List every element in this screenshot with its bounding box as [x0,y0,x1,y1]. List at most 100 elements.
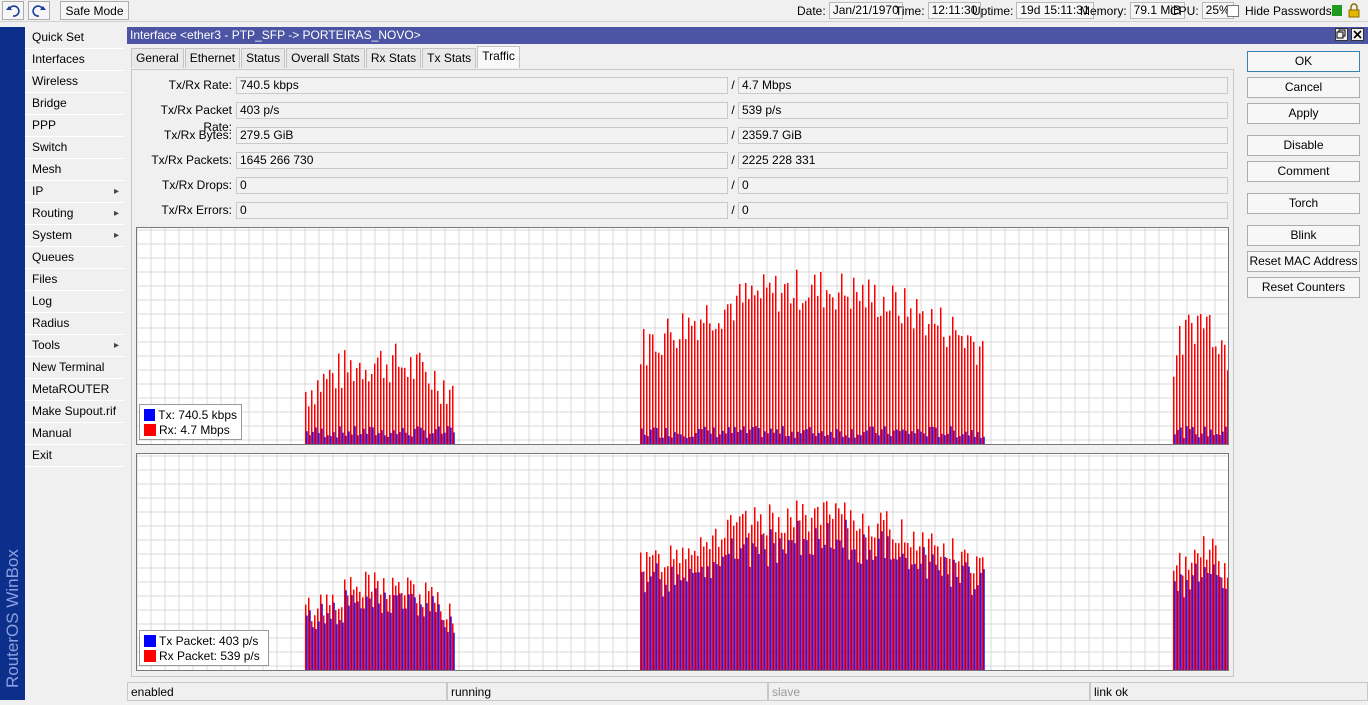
rx-bar [446,403,448,444]
separator: / [731,78,735,92]
rx-bar [973,341,975,444]
menu-item-ip[interactable]: IP ▸ [25,181,125,203]
menu-item-ppp[interactable]: PPP [25,115,125,137]
rx-bar [859,300,861,444]
tx-bar [351,434,353,444]
window-titlebar[interactable]: Interface <ether3 - PTP_SFP -> PORTEIRAS… [127,27,1368,44]
cancel-button[interactable]: Cancel [1247,77,1360,98]
disable-button[interactable]: Disable [1247,135,1360,156]
menu-item-quick-set[interactable]: Quick Set [25,27,125,49]
menu-item-metarouter[interactable]: MetaROUTER [25,379,125,401]
menu-item-label: System [32,228,73,242]
tx-bar [818,432,820,444]
rx-bar [431,389,433,444]
tx-value-field: 1645 266 730 [236,152,728,169]
legend-rx-packet-value: 539 p/s [220,648,260,663]
tab-tx-stats[interactable]: Tx Stats [422,48,477,68]
rx-bar [440,403,442,444]
tx-bar [833,437,835,444]
tab-rx-stats[interactable]: Rx Stats [365,48,422,68]
tx-bar [686,581,688,670]
tx-bar [851,429,853,444]
tx-bar [908,433,910,444]
menu-item-tools[interactable]: Tools ▸ [25,335,125,357]
tx-bar [1201,433,1203,444]
tx-bar [914,433,916,444]
tx-bar [333,432,335,444]
rx-bar [781,532,783,670]
rx-bar [832,518,834,670]
tx-bar [911,564,913,670]
menu-item-system[interactable]: System ▸ [25,225,125,247]
blink-button[interactable]: Blink [1247,225,1360,246]
restore-icon[interactable] [1335,28,1348,41]
tx-bar [698,428,700,444]
menu-item-switch[interactable]: Switch [25,137,125,159]
status-enabled: enabled [127,682,447,701]
menu-item-wireless[interactable]: Wireless [25,71,125,93]
reset-counters-button[interactable]: Reset Counters [1247,277,1360,298]
menu-item-bridge[interactable]: Bridge [25,93,125,115]
torch-button[interactable]: Torch [1247,193,1360,214]
tab-overall-stats[interactable]: Overall Stats [286,48,365,68]
reset-mac-address-button[interactable]: Reset MAC Address [1247,251,1360,272]
stat-row: Tx/Rx Packet Rate: 403 p/s/539 p/s [132,102,1232,134]
redo-icon[interactable] [28,1,50,20]
rx-bar [362,597,364,670]
rx-bar [407,376,409,444]
menu-item-new-terminal[interactable]: New Terminal [25,357,125,379]
rx-bar [949,558,951,670]
rx-bar [865,307,867,444]
menu-item-radius[interactable]: Radius [25,313,125,335]
menu-item-files[interactable]: Files [25,269,125,291]
tab-status[interactable]: Status [241,48,286,68]
tab-general[interactable]: General [131,48,184,68]
tx-bar [384,592,386,670]
rx-bar [1209,549,1211,670]
menu-item-exit[interactable]: Exit [25,445,125,467]
ok-button[interactable]: OK [1247,51,1360,72]
legend-rx-packet-label: Rx Packet: [159,648,218,663]
tab-ethernet[interactable]: Ethernet [184,48,241,68]
rx-bar [979,558,981,670]
menu-item-manual[interactable]: Manual [25,423,125,445]
menu-item-mesh[interactable]: Mesh [25,159,125,181]
menu-item-queues[interactable]: Queues [25,247,125,269]
safe-mode-button[interactable]: Safe Mode [60,1,129,20]
tx-bar [803,430,805,444]
tx-bar [788,435,790,444]
tx-bar [650,429,652,444]
rx-bar [880,512,882,670]
tx-bar [1204,426,1206,444]
tx-bar [983,436,985,444]
rx-bar [685,559,687,670]
rx-bar [703,323,705,444]
tab-traffic[interactable]: Traffic [477,46,520,68]
rx-bar [679,339,681,444]
apply-button[interactable]: Apply [1247,103,1360,124]
rx-bar [1221,577,1223,670]
tx-bar [917,429,919,444]
rx-bar [883,296,885,444]
tx-bar [1192,575,1194,670]
rx-bar [730,515,732,670]
hide-passwords-checkbox[interactable] [1227,4,1239,17]
menu-item-make-supout-rif[interactable]: Make Supout.rif [25,401,125,423]
tx-bar [426,603,428,670]
tx-bar [794,437,796,444]
tab-bar: General Ethernet Status Overall Stats Rx Sta… [131,46,521,69]
tx-bar [315,628,317,670]
rx-bar [739,284,741,444]
hide-passwords-toggle[interactable]: Hide Passwords [1227,2,1332,19]
undo-icon[interactable] [2,1,24,20]
rx-bar [733,525,735,670]
tx-bar [707,430,709,444]
rx-bar [823,307,825,444]
menu-item-interfaces[interactable]: Interfaces [25,49,125,71]
menu-item-routing[interactable]: Routing ▸ [25,203,125,225]
comment-button[interactable]: Comment [1247,161,1360,182]
tx-bar [797,431,799,444]
close-icon[interactable] [1351,28,1364,41]
menu-item-log[interactable]: Log [25,291,125,313]
tx-bar [686,437,688,444]
